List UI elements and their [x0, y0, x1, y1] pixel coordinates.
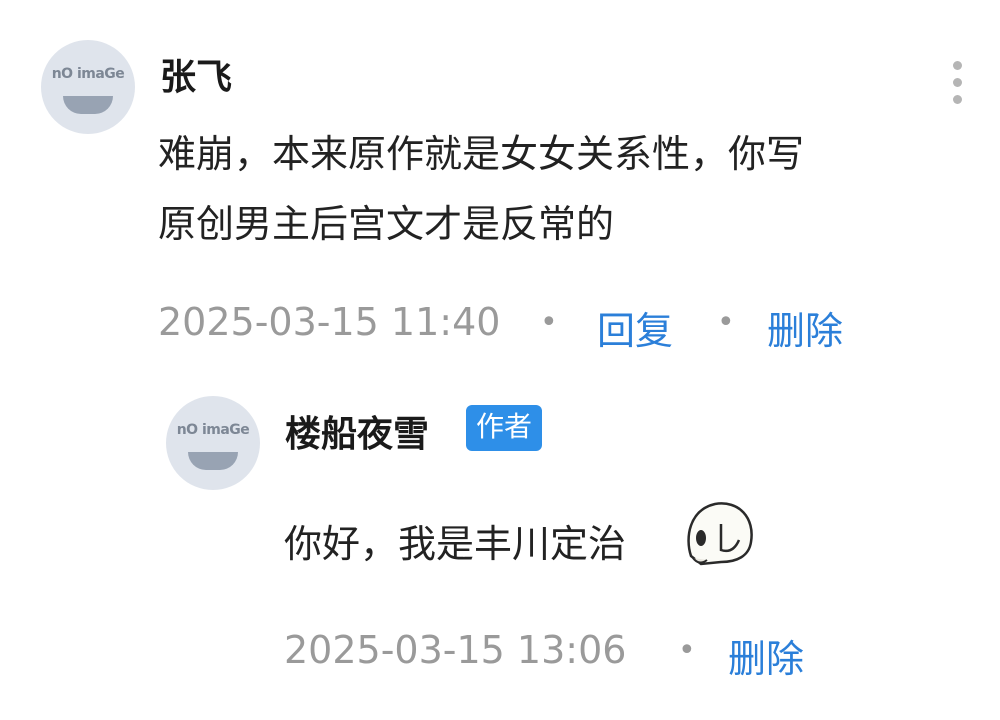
- comment-text-line-2: 原创男主后宫文才是反常的: [158, 202, 615, 246]
- comment-text-line-1: 难崩，本来原作就是女女关系性，你写: [158, 132, 805, 176]
- reply-button[interactable]: 回复: [597, 300, 673, 355]
- comment-timestamp: 2025-03-15 11:40: [158, 300, 501, 344]
- author-badge: 作者: [466, 405, 543, 451]
- delete-button[interactable]: 删除: [728, 628, 804, 683]
- more-options-icon[interactable]: [953, 61, 963, 112]
- avatar-placeholder-text: nO imaGe: [176, 422, 250, 438]
- reply-author-name[interactable]: 楼船夜雪: [285, 405, 429, 457]
- reply-timestamp: 2025-03-15 13:06: [284, 628, 627, 672]
- separator-dot: •: [717, 305, 735, 340]
- avatar[interactable]: nO imaGe: [166, 396, 260, 490]
- avatar-smile-shape: [63, 96, 113, 114]
- separator-dot: •: [540, 305, 558, 340]
- reply-text: 你好，我是丰川定治: [284, 522, 627, 566]
- avatar-smile-shape: [188, 452, 238, 470]
- separator-dot: •: [678, 633, 696, 668]
- avatar[interactable]: nO imaGe: [41, 40, 135, 134]
- comment-author-name[interactable]: 张飞: [160, 48, 232, 100]
- meme-sticker-icon: [681, 498, 757, 570]
- delete-button[interactable]: 删除: [767, 300, 843, 355]
- avatar-placeholder-text: nO imaGe: [51, 66, 125, 82]
